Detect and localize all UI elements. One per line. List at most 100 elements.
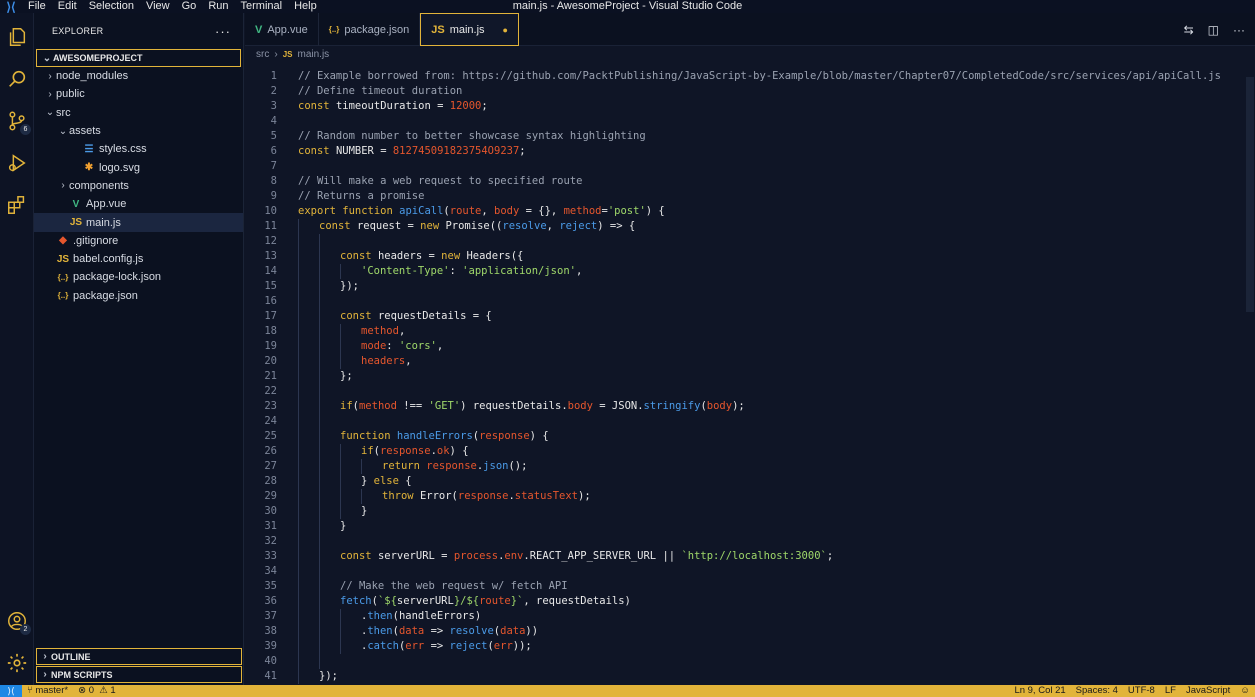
indent-guide	[298, 354, 319, 369]
tree-folder[interactable]: › public	[34, 85, 243, 103]
tree-folder[interactable]: ⌄ src	[34, 104, 243, 122]
tree-folder[interactable]: › node_modules	[34, 67, 243, 85]
indentation[interactable]: Spaces: 4	[1071, 685, 1123, 697]
code-editor[interactable]: 1 // Example borrowed from: https://githu…	[245, 69, 1245, 685]
code-text	[277, 564, 340, 579]
explorer-header: EXPLORER ···	[34, 13, 243, 49]
code-token: Headers	[466, 250, 511, 262]
encoding[interactable]: UTF-8	[1123, 685, 1160, 697]
code-token: const	[298, 145, 336, 157]
source-control-badge: 6	[20, 124, 31, 135]
code-token: then	[367, 610, 393, 622]
editor-tab[interactable]: V App.vue	[245, 13, 319, 46]
npm-scripts-section-header[interactable]: › NPM SCRIPTS	[36, 666, 242, 683]
indent-guide	[340, 474, 361, 489]
code-token: ,	[481, 205, 495, 217]
code-token: const	[298, 100, 336, 112]
problems-indicator[interactable]: ⊗ 0 ⚠ 1	[73, 685, 121, 697]
explorer-more-button[interactable]: ···	[215, 24, 231, 39]
project-section-header[interactable]: ⌄ AWESOMEPROJECT	[36, 49, 241, 67]
code-token: )	[474, 610, 482, 622]
code-token: serverURL	[377, 550, 442, 562]
code-text	[277, 654, 340, 669]
code-line: 11 const request = new Promise((resolve, …	[245, 219, 1245, 234]
extensions-icon[interactable]	[5, 193, 29, 217]
chevron-right-icon: ›	[43, 651, 47, 662]
tree-file[interactable]: ☰ styles.css	[34, 140, 243, 158]
accounts-icon[interactable]: 2	[5, 609, 31, 635]
code-text: fetch(`${serverURL}/${route}`, requestDe…	[277, 594, 631, 609]
line-number: 8	[270, 175, 277, 187]
end-of-line[interactable]: LF	[1160, 685, 1181, 697]
line-number: 7	[270, 160, 277, 172]
code-line: 10 export function apiCall(route, body = …	[245, 204, 1245, 219]
tree-folder[interactable]: › components	[34, 177, 243, 195]
indent-guide	[298, 399, 319, 414]
feedback-icon[interactable]: ☺	[1235, 685, 1255, 697]
editor-tab[interactable]: JS main.js ●	[420, 13, 519, 46]
code-line: 31}	[245, 519, 1245, 534]
menu-view[interactable]: View	[140, 0, 176, 13]
code-token: ) => {	[597, 220, 636, 232]
editor-scrollbar[interactable]	[1245, 69, 1255, 685]
code-line: 33 const serverURL = process.env.REACT_AP…	[245, 549, 1245, 564]
code-text: const headers = new Headers({	[277, 249, 523, 264]
gear-icon[interactable]	[5, 651, 29, 675]
tree-file[interactable]: V App.vue	[34, 195, 243, 213]
remote-icon[interactable]: ⟩⟨	[0, 685, 22, 697]
code-token: route	[479, 595, 511, 607]
tree-file[interactable]: {..} package.json	[34, 287, 243, 305]
code-token: method	[358, 400, 404, 412]
code-token: });	[340, 280, 359, 292]
line-number: 14	[264, 265, 277, 277]
outline-section-header[interactable]: › OUTLINE	[36, 648, 242, 665]
code-token: if	[361, 445, 374, 457]
line-number: 15	[264, 280, 277, 292]
menu-edit[interactable]: Edit	[52, 0, 83, 13]
scrollbar-thumb[interactable]	[1246, 77, 1254, 312]
cursor-position[interactable]: Ln 9, Col 21	[1009, 685, 1070, 697]
breadcrumb-folder[interactable]: src	[256, 49, 269, 60]
code-text: const request = new Promise((resolve, re…	[277, 219, 635, 234]
code-token: };	[340, 370, 353, 382]
tree-folder[interactable]: ⌄ assets	[34, 122, 243, 140]
menu-run[interactable]: Run	[202, 0, 234, 13]
tree-file[interactable]: {..} package-lock.json	[34, 268, 243, 286]
search-icon[interactable]	[5, 67, 29, 91]
run-debug-icon[interactable]	[5, 151, 29, 175]
code-text: }	[277, 519, 346, 534]
tree-file[interactable]: ✱ logo.svg	[34, 158, 243, 176]
split-editor-icon[interactable]: ◫	[1208, 23, 1219, 37]
code-token: requestDetails	[377, 310, 473, 322]
tree-file[interactable]: JS main.js	[34, 213, 243, 232]
code-token: 'GET'	[428, 400, 461, 412]
open-changes-icon[interactable]: ⇆	[1184, 23, 1194, 37]
code-token: ;	[519, 145, 526, 157]
explorer-icon[interactable]	[5, 25, 29, 49]
source-control-icon[interactable]: 6	[5, 109, 31, 135]
tree-file[interactable]: JS babel.config.js	[34, 250, 243, 268]
code-token: data	[500, 625, 526, 637]
code-line: 23 if(method !== 'GET') requestDetails.bo…	[245, 399, 1245, 414]
git-branch[interactable]: ⑂ master*	[22, 685, 73, 697]
menu-help[interactable]: Help	[288, 0, 323, 13]
breadcrumb-file[interactable]: main.js	[297, 49, 329, 60]
menu-selection[interactable]: Selection	[83, 0, 140, 13]
code-token: 812745091823754O9237	[392, 145, 520, 157]
indent-guide	[298, 369, 319, 384]
unsaved-dot-icon[interactable]: ●	[503, 25, 508, 35]
line-number: 31	[264, 520, 277, 532]
menu-file[interactable]: File	[22, 0, 52, 13]
menu-go[interactable]: Go	[176, 0, 203, 13]
language-mode[interactable]: JavaScript	[1181, 685, 1235, 697]
indent-guide	[298, 249, 319, 264]
menu-terminal[interactable]: Terminal	[235, 0, 289, 13]
indent-guide	[361, 489, 382, 504]
editor-tab[interactable]: {..} package.json	[319, 13, 421, 46]
code-text: // Returns a promise	[277, 189, 424, 204]
more-actions-icon[interactable]: ···	[1233, 23, 1245, 37]
outline-label: OUTLINE	[51, 651, 91, 662]
tree-file[interactable]: ◆ .gitignore	[34, 232, 243, 250]
indent-guide	[298, 429, 319, 444]
